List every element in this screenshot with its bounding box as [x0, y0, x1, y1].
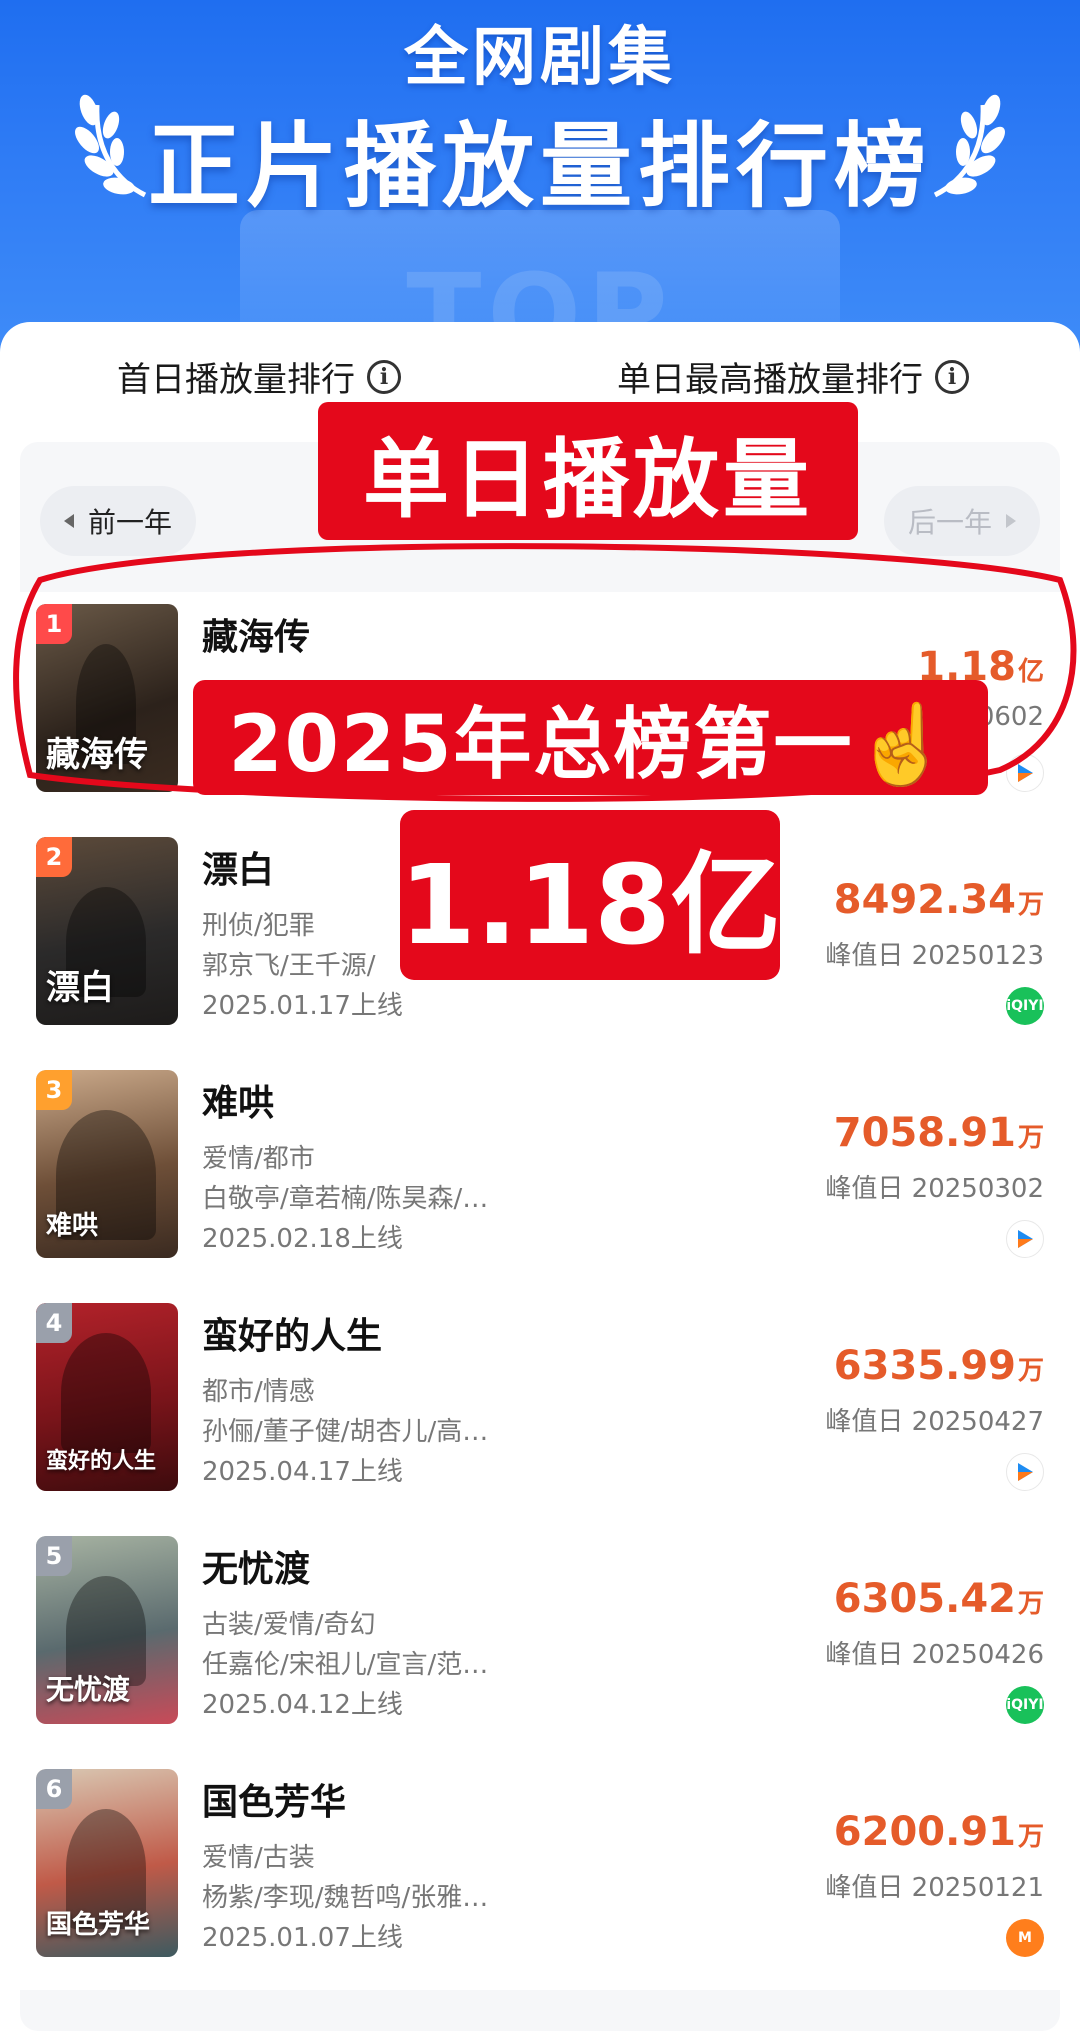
show-title[interactable]: 蛮好的人生	[202, 1307, 382, 1359]
info-icon[interactable]: i	[935, 359, 969, 394]
show-title[interactable]: 难哄	[202, 1074, 274, 1126]
list-item[interactable]: 4 蛮好的人生 蛮好的人生 都市/情感 孙俪/董子健/胡杏儿/高… 2025.0…	[20, 1291, 1060, 1524]
peak-date: 峰值日 20250121	[825, 1873, 1044, 1903]
tab-single-day-peak[interactable]: 单日最高播放量排行 i	[617, 352, 969, 401]
poster-image[interactable]: 3 难哄	[36, 1070, 178, 1258]
genre-text: 爱情/都市	[202, 1144, 315, 1174]
poster-image[interactable]: 5 无忧渡	[36, 1536, 178, 1724]
banner-subtitle: 全网剧集	[404, 21, 676, 95]
play-count-value: 7058.91	[833, 1110, 1016, 1156]
peak-date: 峰值日 20250426	[825, 1640, 1044, 1670]
rank-badge: 4	[36, 1303, 72, 1343]
release-date: 2025.04.17上线	[202, 1457, 403, 1487]
rank-badge: 2	[36, 837, 72, 877]
show-title[interactable]: 藏海传	[202, 608, 310, 660]
poster-image[interactable]: 2 漂白	[36, 837, 178, 1025]
release-date: 2025.02.18上线	[202, 1224, 403, 1254]
play-count: 6305.42万	[834, 1576, 1044, 1622]
genre-text: 刑侦/犯罪	[202, 911, 315, 941]
iqiyi-icon: iQIYI	[1006, 987, 1044, 1025]
poster-figure	[61, 1333, 151, 1453]
play-count: 7058.91万	[834, 1110, 1044, 1156]
overlay-single-day-label: 单日播放量	[318, 402, 858, 540]
caret-left-icon	[64, 514, 74, 528]
tab-single-day-peak-label: 单日最高播放量排行	[617, 360, 923, 400]
cast-text: 任嘉伦/宋祖儿/宣言/范…	[202, 1650, 489, 1680]
ranking-card: 首日播放量排行 i 单日最高播放量排行 i 前一年 后一年 1 藏海传 藏海传 …	[0, 322, 1080, 2031]
overlay-ranking-label: 2025年总榜第一☝️	[193, 680, 988, 795]
header-banner: TOP 全网剧集 正片播放量排行榜	[0, 0, 1080, 360]
list-item[interactable]: 5 无忧渡 无忧渡 古装/爱情/奇幻 任嘉伦/宋祖儿/宣言/范… 2025.04…	[20, 1524, 1060, 1757]
mgtv-icon: M	[1006, 1919, 1044, 1957]
genre-text: 都市/情感	[202, 1377, 315, 1407]
iqiyi-icon: iQIYI	[1006, 1686, 1044, 1724]
cast-text: 杨紫/李现/魏哲鸣/张雅…	[202, 1883, 489, 1913]
play-count-value: 8492.34	[833, 877, 1016, 923]
peak-date: 峰值日 20250302	[825, 1174, 1044, 1204]
play-count-unit: 万	[1017, 1123, 1044, 1153]
overlay-value-label: 1.18亿	[399, 810, 781, 980]
play-count: 6200.91万	[834, 1809, 1044, 1855]
info-icon[interactable]: i	[367, 359, 401, 394]
poster-title: 漂白	[46, 968, 114, 1008]
play-count-unit: 万	[1017, 1356, 1044, 1386]
peak-date: 峰值日 20250123	[825, 941, 1044, 971]
rank-badge: 6	[36, 1769, 72, 1809]
play-count-unit: 万	[1017, 890, 1044, 920]
tab-first-day-label: 首日播放量排行	[117, 360, 355, 400]
show-title[interactable]: 无忧渡	[202, 1540, 310, 1592]
poster-image[interactable]: 6 国色芳华	[36, 1769, 178, 1957]
rank-badge: 1	[36, 604, 72, 644]
prev-year-button[interactable]: 前一年	[40, 486, 197, 556]
poster-image[interactable]: 4 蛮好的人生	[36, 1303, 178, 1491]
prev-year-label: 前一年	[88, 506, 173, 539]
cast-text: 孙俪/董子健/胡杏儿/高…	[202, 1417, 489, 1447]
play-count-unit: 亿	[1017, 657, 1044, 687]
show-title[interactable]: 国色芳华	[202, 1773, 346, 1825]
release-date: 2025.01.07上线	[202, 1923, 403, 1953]
peak-date: 峰值日 20250427	[825, 1407, 1044, 1437]
cast-text: 白敬亭/章若楠/陈昊森/…	[202, 1184, 489, 1214]
rank-badge: 3	[36, 1070, 72, 1110]
list-item[interactable]: 6 国色芳华 国色芳华 爱情/古装 杨紫/李现/魏哲鸣/张雅… 2025.01.…	[20, 1757, 1060, 1990]
poster-image[interactable]: 1 藏海传	[36, 604, 178, 792]
poster-title: 国色芳华	[46, 1910, 151, 1940]
youku-icon	[1006, 754, 1044, 792]
play-count-value: 6200.91	[833, 1809, 1016, 1855]
genre-text: 爱情/古装	[202, 1843, 315, 1873]
play-count-value: 6335.99	[833, 1343, 1016, 1389]
next-year-button[interactable]: 后一年	[883, 486, 1040, 556]
poster-title: 藏海传	[46, 735, 148, 775]
show-title[interactable]: 漂白	[202, 841, 274, 893]
play-count: 6335.99万	[834, 1343, 1044, 1389]
rank-badge: 5	[36, 1536, 72, 1576]
next-year-label: 后一年	[907, 506, 992, 539]
caret-right-icon	[1006, 514, 1016, 528]
poster-title: 蛮好的人生	[46, 1448, 157, 1474]
cast-text: 郭京飞/王千源/	[202, 951, 376, 981]
play-count-value: 6305.42	[833, 1576, 1016, 1622]
banner-title: 正片播放量排行榜	[147, 113, 932, 220]
youku-icon	[1006, 1453, 1044, 1491]
play-count: 8492.34万	[834, 877, 1044, 923]
poster-title: 无忧渡	[46, 1673, 131, 1706]
list-item[interactable]: 3 难哄 难哄 爱情/都市 白敬亭/章若楠/陈昊森/… 2025.02.18上线…	[20, 1058, 1060, 1291]
poster-title: 难哄	[46, 1211, 99, 1241]
youku-icon	[1006, 1220, 1044, 1258]
tab-first-day[interactable]: 首日播放量排行 i	[117, 352, 401, 401]
play-count-unit: 万	[1017, 1589, 1044, 1619]
release-date: 2025.04.12上线	[202, 1690, 403, 1720]
release-date: 2025.01.17上线	[202, 991, 403, 1021]
genre-text: 古装/爱情/奇幻	[202, 1610, 376, 1640]
play-count-unit: 万	[1017, 1822, 1044, 1852]
